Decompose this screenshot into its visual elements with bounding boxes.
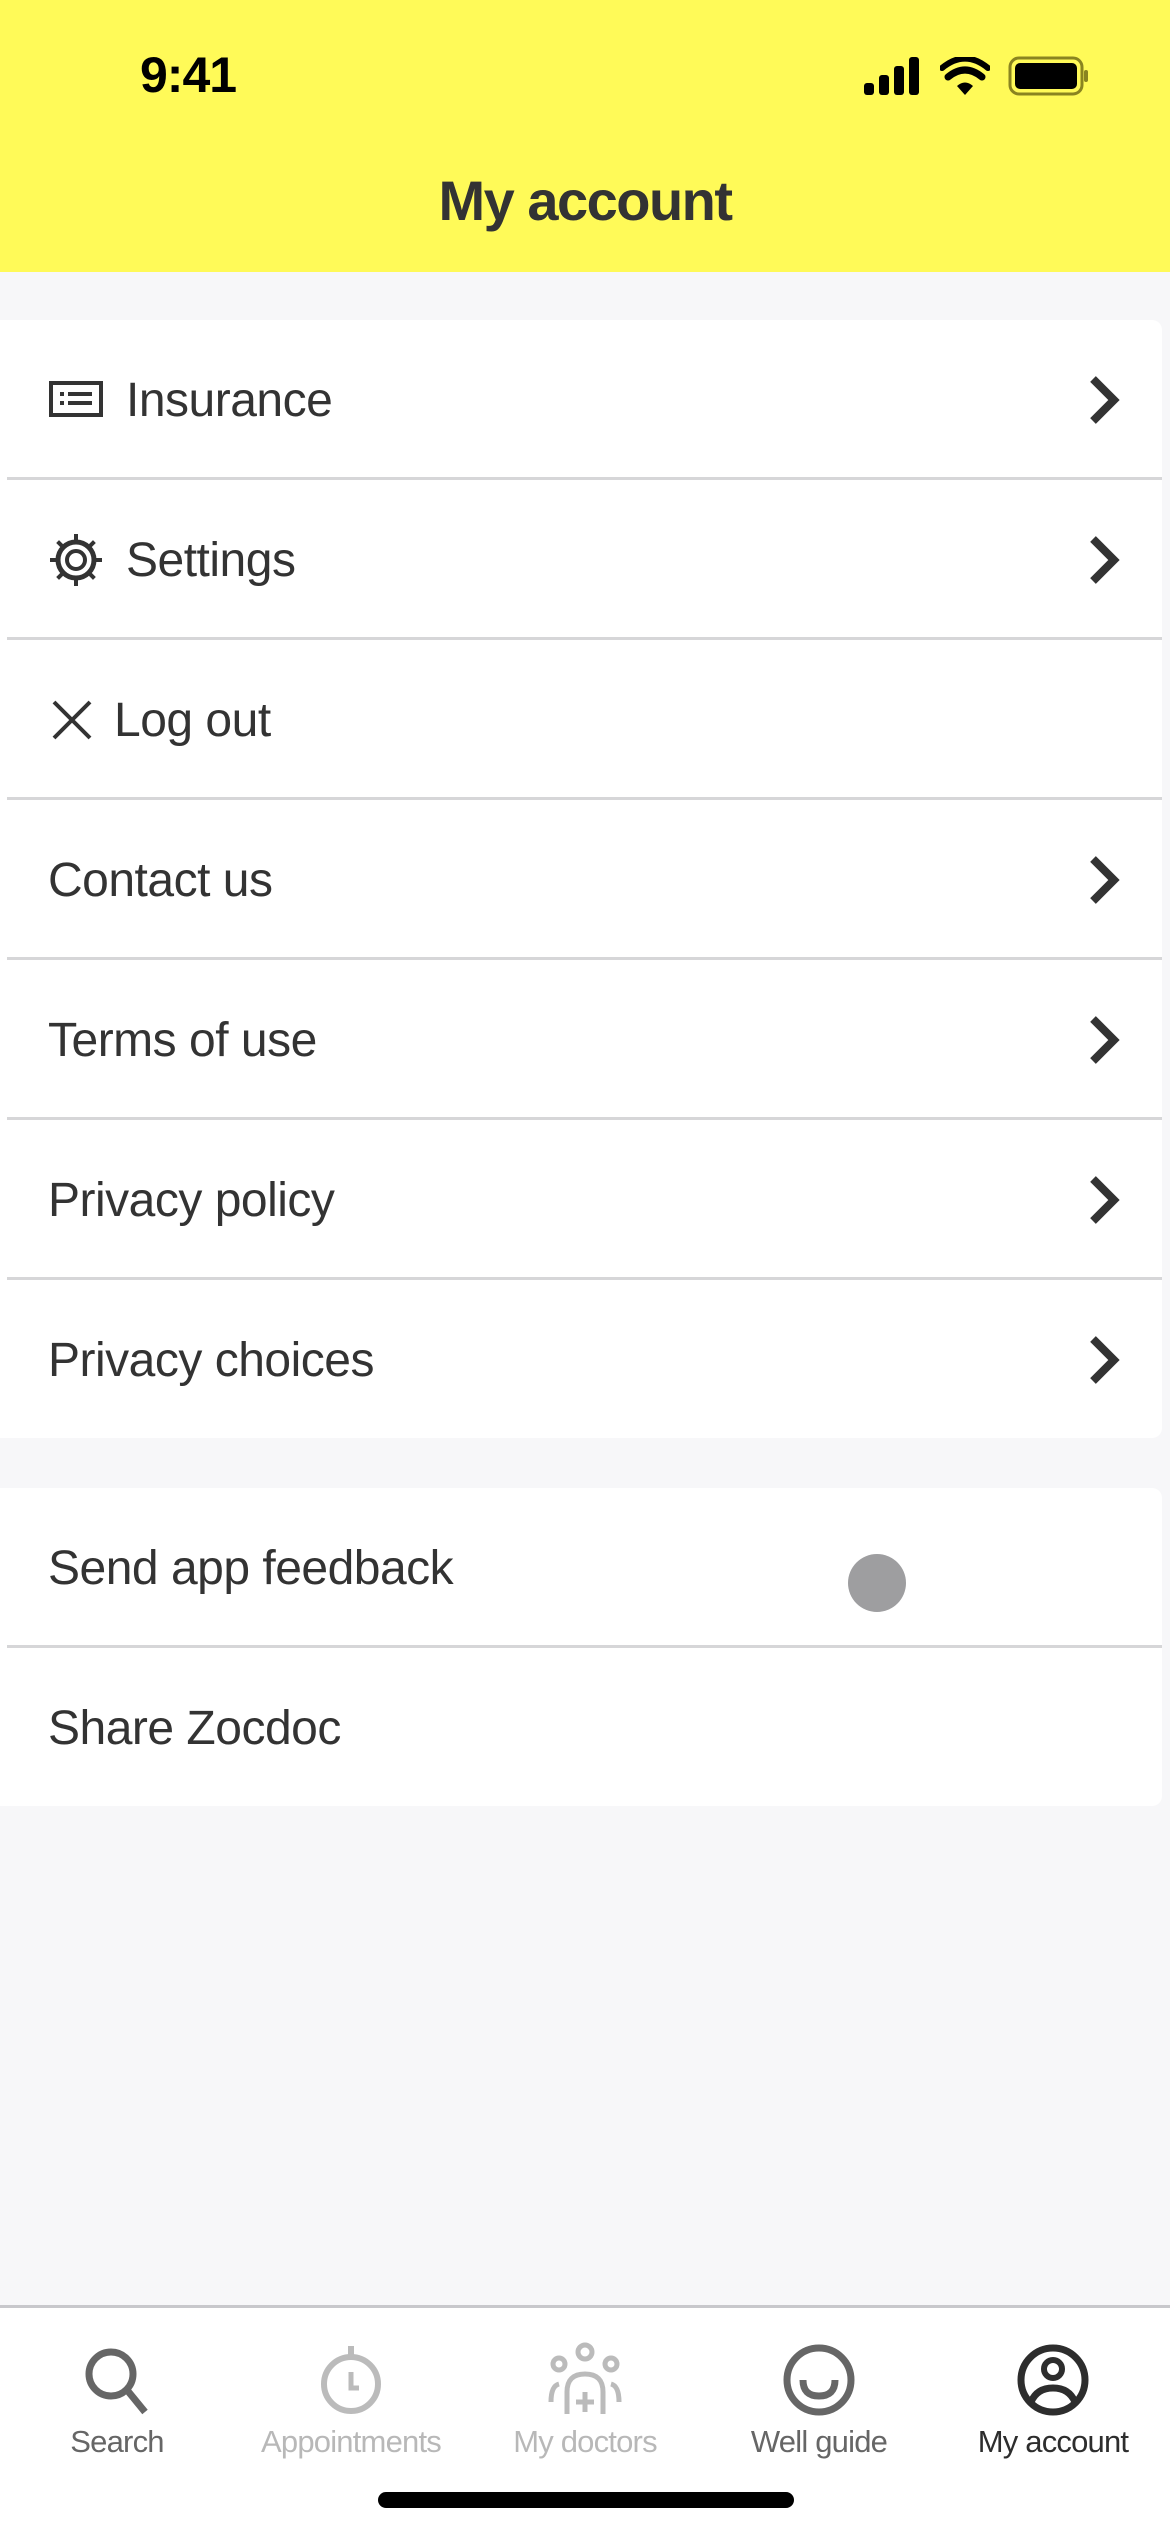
menu-item-log-out[interactable]: Log out [0,640,1162,800]
chevron-right-icon [1090,376,1120,424]
stopwatch-icon [321,2346,381,2414]
menu-item-label: Log out [114,693,271,747]
menu-item-label: Privacy policy [48,1173,335,1227]
menu-item-label: Send app feedback [48,1541,454,1595]
tab-appointments[interactable]: Appointments [234,2308,468,2460]
tab-label: My account [977,2424,1129,2459]
chevron-right-icon [1090,1336,1120,1384]
close-icon [48,692,96,748]
gear-icon [48,532,104,588]
search-icon [85,2348,148,2415]
menu-item-share-zocdoc[interactable]: Share Zocdoc [0,1648,1162,1808]
account-icon [1017,2344,1089,2416]
id-card-icon [48,372,104,428]
page-title: My account [438,169,733,232]
menu-item-settings[interactable]: Settings [0,480,1162,640]
menu-item-insurance[interactable]: Insurance [0,320,1162,480]
menu-item-label: Settings [126,533,296,587]
tab-well-guide[interactable]: Well guide [702,2308,936,2460]
chevron-right-icon [1090,1176,1120,1224]
signal-icon [864,57,919,95]
secondary-menu: Send app feedback Share Zocdoc [0,1488,1162,1806]
tab-label: Well guide [750,2424,888,2459]
menu-item-label: Privacy choices [48,1333,374,1387]
tab-my-account[interactable]: My account [936,2308,1170,2460]
chevron-right-icon [1090,856,1120,904]
chevron-right-icon [1090,536,1120,584]
header: 9:41 My account [0,0,1170,272]
menu-item-send-app-feedback[interactable]: Send app feedback [0,1488,1162,1648]
status-icons [864,56,1090,96]
touch-indicator [848,1554,906,1612]
menu-item-label: Insurance [126,373,333,427]
doctors-icon [548,2342,622,2414]
battery-icon [1008,56,1088,96]
menu-item-privacy-choices[interactable]: Privacy choices [0,1280,1162,1440]
menu-item-label: Contact us [48,853,273,907]
menu-item-terms-of-use[interactable]: Terms of use [0,960,1162,1120]
tab-label: Search [70,2424,164,2459]
menu-item-label: Share Zocdoc [48,1701,341,1755]
tab-search[interactable]: Search [0,2308,234,2460]
chevron-right-icon [1090,1016,1120,1064]
tab-my-doctors[interactable]: My doctors [468,2308,702,2460]
smile-icon [783,2344,855,2416]
home-indicator[interactable] [378,2492,794,2508]
menu-item-label: Terms of use [48,1013,317,1067]
wifi-icon [940,57,990,95]
tab-label: Appointments [261,2424,442,2459]
menu-item-contact-us[interactable]: Contact us [0,800,1162,960]
menu-item-privacy-policy[interactable]: Privacy policy [0,1120,1162,1280]
account-menu: Insurance Settings Log out Contact us Te… [0,320,1162,1438]
tab-label: My doctors [513,2424,657,2459]
status-time: 9:41 [140,47,237,103]
